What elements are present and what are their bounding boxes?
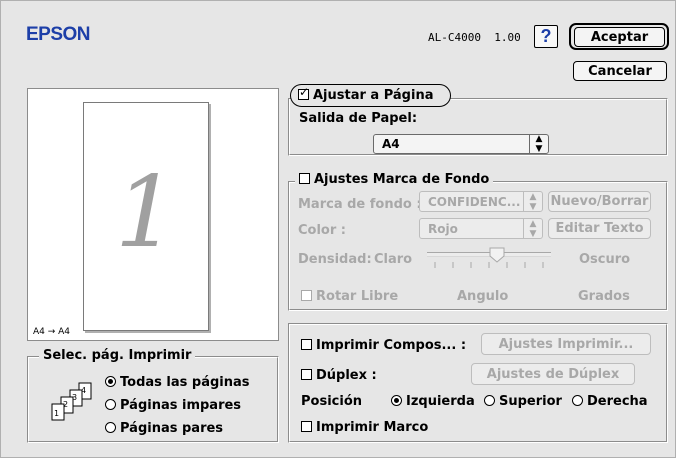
new-delete-button[interactable]: Nuevo/Borrar	[548, 191, 651, 212]
accept-button[interactable]: Aceptar	[574, 27, 665, 47]
page-order-icon: 4 3 2 1	[51, 382, 92, 421]
rotate-free-checkbox-box[interactable]	[301, 290, 312, 301]
watermark-checkbox-box[interactable]	[299, 173, 310, 184]
duplex-settings-button[interactable]: Ajustes de Dúplex	[471, 363, 635, 385]
radio-odd-pages[interactable]: Páginas impares	[105, 398, 241, 413]
radio-even-pages-label: Páginas pares	[120, 421, 224, 436]
epson-logo: EPSON	[26, 24, 91, 45]
edit-text-button[interactable]: Editar Texto	[548, 218, 651, 239]
help-icon: ?	[540, 26, 552, 46]
duplex-label: Dúplex :	[316, 368, 377, 383]
rotate-free-checkbox[interactable]: Rotar Libre	[301, 289, 398, 304]
output-paper-select[interactable]: A4 ▲ ▼	[373, 134, 549, 154]
output-paper-label: Salida de Papel:	[299, 111, 418, 126]
fit-page-checkbox-box[interactable]: ✓	[298, 85, 310, 100]
color-select-value: Rojo	[428, 221, 458, 236]
output-paper-value: A4	[382, 137, 400, 151]
density-slider-thumb[interactable]	[489, 247, 505, 263]
updown-arrow-icon: ▲ ▼	[523, 192, 542, 212]
radio-even-pages-indicator[interactable]	[105, 422, 116, 433]
radio-all-pages[interactable]: Todas las páginas	[105, 375, 250, 390]
updown-arrow-icon: ▲ ▼	[523, 219, 542, 239]
radio-position-right-indicator[interactable]	[572, 395, 583, 406]
cancel-button[interactable]: Cancelar	[573, 61, 667, 81]
radio-position-right-label: Derecha	[587, 394, 648, 409]
color-select[interactable]: Rojo ▲ ▼	[419, 218, 543, 239]
paper-flow-label: A4 → A4	[33, 327, 71, 337]
svg-text:1: 1	[54, 409, 59, 418]
duplex-checkbox[interactable]: Dúplex :	[301, 368, 377, 383]
density-light-label: Claro	[374, 252, 413, 267]
watermark-title[interactable]: Ajustes Marca de Fondo	[295, 172, 494, 187]
radio-position-top-indicator[interactable]	[484, 395, 495, 406]
help-button[interactable]: ?	[534, 25, 558, 48]
print-settings-button[interactable]: Ajustes Imprimir...	[481, 333, 651, 355]
radio-even-pages[interactable]: Páginas pares	[105, 421, 223, 436]
watermark-field-label: Marca de fondo :	[298, 197, 422, 212]
density-slider-ticks	[434, 262, 544, 268]
print-frame-checkbox-box[interactable]	[301, 421, 312, 432]
radio-position-left[interactable]: Izquierda	[391, 394, 475, 409]
rotate-free-label: Rotar Libre	[316, 289, 399, 304]
preview-pane: 1 A4 → A4	[27, 88, 279, 341]
radio-position-left-label: Izquierda	[406, 394, 475, 409]
print-frame-checkbox[interactable]: Imprimir Marco	[301, 420, 428, 435]
duplex-checkbox-box[interactable]	[301, 369, 312, 380]
radio-all-pages-label: Todas las páginas	[120, 375, 250, 390]
model-version-text: AL-C4000 1.00	[428, 31, 521, 44]
fit-page-label: Ajustar a Página	[313, 88, 434, 103]
radio-position-top-label: Superior	[499, 394, 562, 409]
watermark-select-value: CONFIDENC...	[428, 194, 521, 209]
page-select-title: Selec. pág. Imprimir	[39, 348, 196, 363]
fit-page-checkbox[interactable]: ✓ Ajustar a Página	[298, 85, 434, 103]
radio-odd-pages-label: Páginas impares	[120, 398, 242, 413]
angle-label: Angulo	[457, 289, 509, 304]
radio-odd-pages-indicator[interactable]	[105, 399, 116, 410]
printer-layout-dialog: EPSON AL-C4000 1.00 ? Aceptar Cancelar 1…	[0, 0, 676, 458]
degrees-label: Grados	[578, 289, 630, 304]
radio-position-left-indicator[interactable]	[391, 395, 402, 406]
density-label: Densidad:	[298, 252, 372, 267]
page-number-large: 1	[114, 156, 178, 270]
print-compose-checkbox-box[interactable]	[301, 339, 312, 350]
print-frame-label: Imprimir Marco	[316, 420, 429, 435]
radio-position-top[interactable]: Superior	[484, 394, 562, 409]
color-field-label: Color :	[298, 223, 346, 238]
print-compose-checkbox[interactable]: Imprimir Compos... :	[301, 338, 466, 353]
page-preview: 1	[83, 102, 209, 331]
density-dark-label: Oscuro	[579, 252, 631, 267]
position-label: Posición	[301, 394, 363, 409]
watermark-checkbox-label: Ajustes Marca de Fondo	[314, 172, 490, 187]
checkmark-icon: ✓	[299, 85, 310, 99]
updown-arrow-icon: ▲ ▼	[529, 134, 548, 154]
radio-position-right[interactable]: Derecha	[572, 394, 648, 409]
density-slider[interactable]	[427, 247, 551, 275]
radio-all-pages-indicator[interactable]	[105, 376, 116, 387]
print-compose-label: Imprimir Compos... :	[316, 338, 467, 353]
watermark-select[interactable]: CONFIDENC... ▲ ▼	[419, 191, 543, 212]
